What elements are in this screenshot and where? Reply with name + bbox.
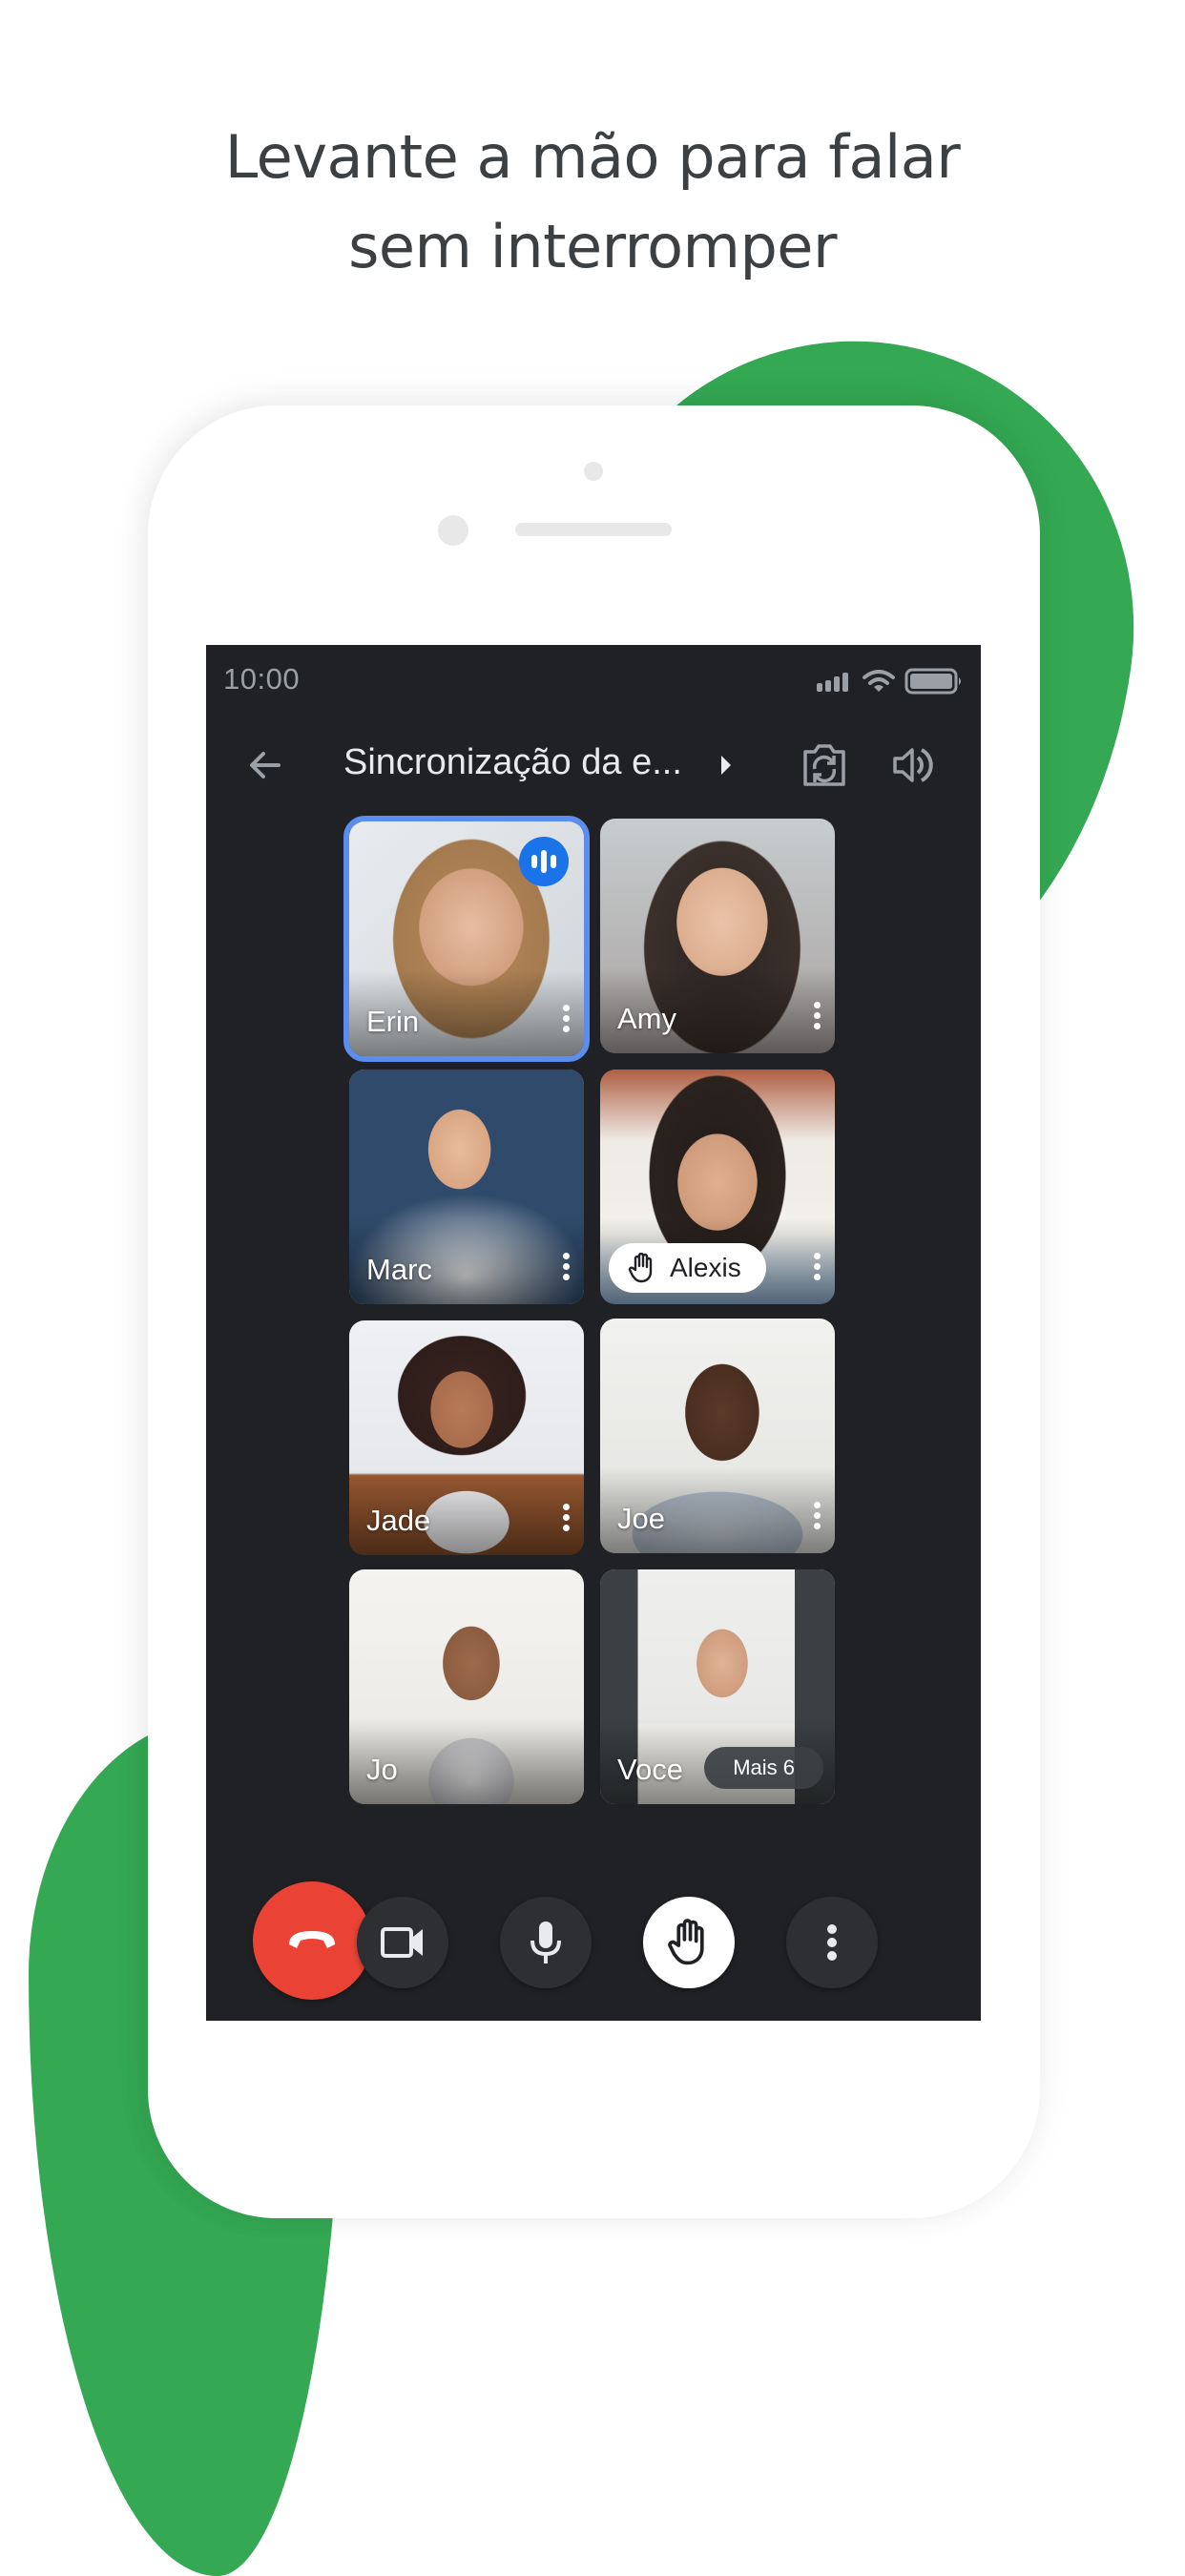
participant-tile-jo[interactable]: Jo [349,1569,584,1804]
videocam-icon [381,1927,423,1958]
status-icons [815,668,964,695]
battery-icon [904,668,961,695]
participant-tile-joe[interactable]: Joe [600,1319,835,1553]
participant-tile-erin[interactable]: Erin [343,816,590,1062]
participant-name: Alexis [670,1253,741,1282]
status-time: 10:00 [223,662,301,696]
phone-front-camera [584,462,603,481]
participant-name: Jade [366,1504,431,1537]
signal-icon [817,673,848,692]
hangup-button[interactable] [253,1881,371,2000]
more-options-button[interactable] [786,1897,878,1988]
hand-icon [628,1253,653,1283]
promo-headline: Levante a mão para falar sem interromper [0,113,1185,292]
more-vert-icon [827,1924,837,1961]
hand-icon [668,1919,704,1965]
speaker-icon[interactable] [889,742,935,788]
participant-name: Voce [617,1753,683,1786]
participant-tile-marc[interactable]: Marc [349,1070,584,1304]
wifi-icon [863,670,895,692]
more-participants-chip[interactable]: Mais 6 [704,1747,823,1789]
call-end-icon [289,1931,335,1948]
meet-call-screen: 10:00 Sincronização da e... Erin Amy Mar… [206,645,981,2021]
participant-tile-voce[interactable]: Voce Mais 6 [600,1569,835,1804]
mic-icon [530,1922,561,1963]
more-vert-icon[interactable] [812,1002,821,1034]
participant-tile-alexis[interactable]: Alexis [600,1070,835,1304]
hand-raised-chip: Alexis [609,1243,766,1293]
call-controls [206,1881,981,2000]
more-vert-icon[interactable] [812,1502,821,1534]
participant-name: Joe [617,1502,665,1535]
meeting-title[interactable]: Sincronização da e... [343,742,682,783]
speaking-indicator-icon [519,837,569,886]
switch-camera-icon[interactable] [800,740,849,790]
caret-right-icon[interactable] [721,756,731,775]
more-vert-icon[interactable] [812,1253,821,1285]
raise-hand-button[interactable] [643,1897,735,1988]
participant-name: Jo [366,1753,398,1786]
phone-earpiece [515,523,672,536]
participant-tile-jade[interactable]: Jade [349,1320,584,1555]
app-bar: Sincronização da e... [206,731,981,800]
participant-name: Erin [366,1005,420,1038]
headline-line-2: sem interromper [348,212,837,281]
headline-line-1: Levante a mão para falar [224,122,961,192]
participant-name: Marc [366,1253,432,1286]
mic-toggle-button[interactable] [500,1897,592,1988]
more-vert-icon[interactable] [561,1504,571,1536]
more-vert-icon[interactable] [561,1253,571,1285]
more-vert-icon[interactable] [561,1005,571,1037]
arrow-back-icon[interactable] [244,744,286,786]
participant-tile-amy[interactable]: Amy [600,819,835,1053]
phone-sensor [438,515,468,546]
camera-toggle-button[interactable] [357,1897,448,1988]
participant-name: Amy [617,1002,676,1035]
